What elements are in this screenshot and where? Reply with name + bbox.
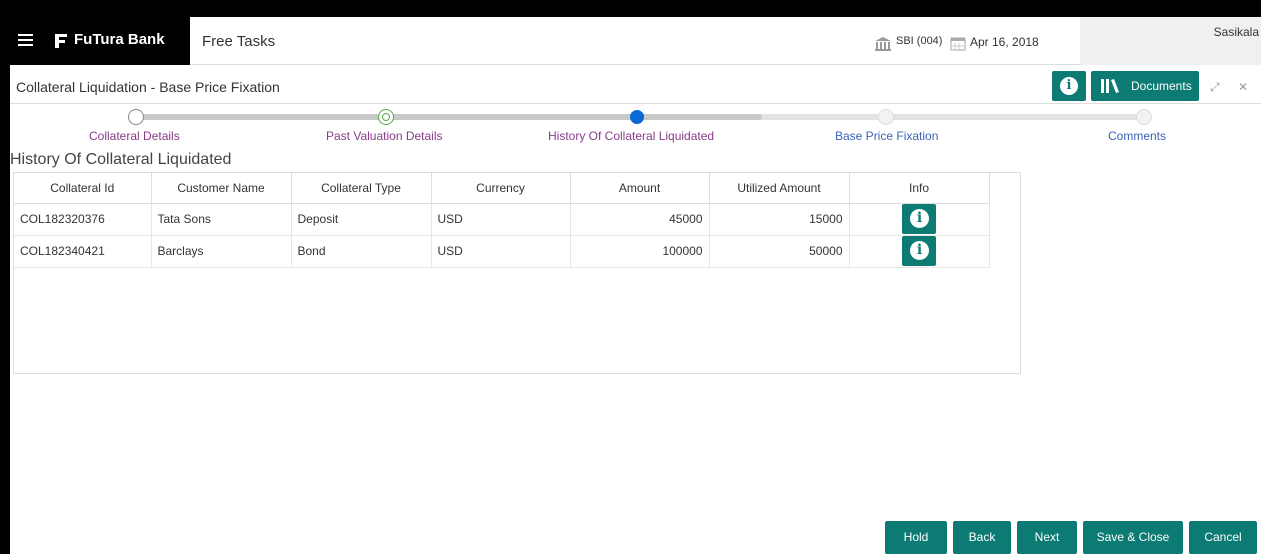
cell-collateral-id: COL182340421 bbox=[14, 235, 152, 268]
cell-collateral-type: Bond bbox=[291, 235, 432, 268]
documents-button[interactable]: Documents bbox=[1091, 71, 1199, 101]
col-header-customer-name[interactable]: Customer Name bbox=[151, 173, 292, 204]
col-header-amount[interactable]: Amount bbox=[570, 173, 710, 204]
cell-collateral-id: COL182320376 bbox=[14, 203, 152, 236]
cell-currency: USD bbox=[431, 235, 571, 268]
save-close-button[interactable]: Save & Close bbox=[1083, 521, 1183, 554]
cell-collateral-type: Deposit bbox=[291, 203, 432, 236]
hold-button[interactable]: Hold bbox=[885, 521, 947, 554]
info-icon: i bbox=[910, 209, 929, 228]
step-label-history[interactable]: History Of Collateral Liquidated bbox=[548, 129, 714, 143]
close-icon[interactable]: ✕ bbox=[1238, 80, 1248, 94]
table-row[interactable]: COL182340421 Barclays Bond USD 100000 50… bbox=[14, 235, 990, 268]
table-row[interactable]: COL182320376 Tata Sons Deposit USD 45000… bbox=[14, 203, 990, 236]
col-header-currency[interactable]: Currency bbox=[431, 173, 571, 204]
col-header-collateral-id[interactable]: Collateral Id bbox=[14, 173, 152, 204]
brand-area: FuTura Bank bbox=[10, 17, 190, 65]
menu-title[interactable]: Free Tasks bbox=[202, 33, 275, 50]
documents-label: Documents bbox=[1131, 79, 1192, 93]
user-menu[interactable]: Sasikala bbox=[1080, 17, 1261, 65]
documents-icon bbox=[1101, 79, 1119, 93]
screen-frame: FuTura Bank Free Tasks SBI (004) Apr 16,… bbox=[0, 0, 1261, 554]
app-window: FuTura Bank Free Tasks SBI (004) Apr 16,… bbox=[10, 17, 1261, 554]
cell-utilized-amount: 15000 bbox=[709, 203, 850, 236]
col-header-info[interactable]: Info bbox=[849, 173, 990, 204]
liquidation-history-table: Collateral Id Customer Name Collateral T… bbox=[13, 172, 1021, 374]
train-stop-past-valuation[interactable] bbox=[378, 109, 394, 125]
info-button[interactable]: i bbox=[1052, 71, 1086, 101]
business-date[interactable]: Apr 16, 2018 bbox=[970, 35, 1039, 49]
cell-customer-name: Tata Sons bbox=[151, 203, 292, 236]
train-stop-comments[interactable] bbox=[1136, 109, 1152, 125]
train-stop-history[interactable] bbox=[630, 110, 644, 124]
cell-currency: USD bbox=[431, 203, 571, 236]
row-info-button[interactable]: i bbox=[902, 204, 936, 234]
cell-amount: 45000 bbox=[570, 203, 710, 236]
info-icon: i bbox=[1060, 77, 1078, 95]
info-icon: i bbox=[910, 241, 929, 260]
hamburger-menu-icon[interactable] bbox=[18, 34, 33, 47]
section-title: History Of Collateral Liquidated bbox=[10, 151, 232, 168]
user-name[interactable]: Sasikala bbox=[1214, 25, 1259, 39]
col-header-utilized-amount[interactable]: Utilized Amount bbox=[709, 173, 850, 204]
cancel-button[interactable]: Cancel bbox=[1189, 521, 1257, 554]
resize-icon[interactable]: ⤢ bbox=[1210, 80, 1220, 95]
cell-info: i bbox=[849, 235, 990, 268]
train-stop-base-price[interactable] bbox=[878, 109, 894, 125]
col-header-collateral-type[interactable]: Collateral Type bbox=[291, 173, 432, 204]
train-stop-collateral-details[interactable] bbox=[128, 109, 144, 125]
cell-customer-name: Barclays bbox=[151, 235, 292, 268]
cell-amount: 100000 bbox=[570, 235, 710, 268]
page-title: Collateral Liquidation - Base Price Fixa… bbox=[16, 79, 280, 95]
train-track-progress bbox=[134, 114, 762, 120]
branch-label[interactable]: SBI (004) bbox=[896, 35, 942, 47]
title-bar: Collateral Liquidation - Base Price Fixa… bbox=[10, 70, 1261, 104]
step-label-collateral-details[interactable]: Collateral Details bbox=[89, 129, 180, 143]
next-button[interactable]: Next bbox=[1017, 521, 1077, 554]
cell-info: i bbox=[849, 203, 990, 236]
calendar-icon bbox=[950, 37, 966, 51]
back-button[interactable]: Back bbox=[953, 521, 1011, 554]
table-header-row: Collateral Id Customer Name Collateral T… bbox=[14, 173, 990, 204]
row-info-button[interactable]: i bbox=[902, 236, 936, 266]
brand-name: FuTura Bank bbox=[74, 31, 165, 48]
step-label-comments[interactable]: Comments bbox=[1108, 129, 1166, 143]
step-label-past-valuation[interactable]: Past Valuation Details bbox=[326, 129, 443, 143]
bank-icon bbox=[875, 37, 891, 51]
top-bar: FuTura Bank Free Tasks SBI (004) Apr 16,… bbox=[10, 17, 1261, 65]
step-label-base-price[interactable]: Base Price Fixation bbox=[835, 129, 938, 143]
futura-logo-icon bbox=[55, 34, 67, 48]
cell-utilized-amount: 50000 bbox=[709, 235, 850, 268]
